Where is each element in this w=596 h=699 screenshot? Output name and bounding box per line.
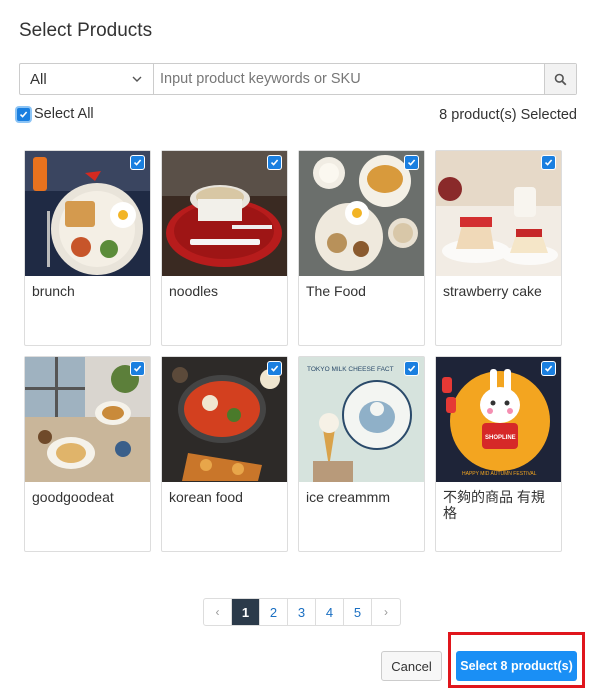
- product-checkbox[interactable]: [542, 362, 555, 375]
- product-image: SHOPLINE HAPPY MID AUTUMN FESTIVAL: [436, 357, 561, 482]
- product-checkbox[interactable]: [268, 156, 281, 169]
- product-name: 不夠的商品 有規格: [443, 489, 545, 521]
- product-card[interactable]: The Food: [298, 150, 425, 346]
- cancel-button[interactable]: Cancel: [381, 651, 442, 681]
- category-select[interactable]: All: [20, 64, 154, 94]
- product-name: noodles: [169, 283, 219, 299]
- product-checkbox[interactable]: [131, 362, 144, 375]
- thumb-brand-text: SHOPLINE: [485, 435, 516, 441]
- page-5-button[interactable]: 5: [344, 599, 372, 625]
- select-products-button[interactable]: Select 8 product(s): [456, 651, 577, 681]
- search-button[interactable]: [544, 64, 576, 94]
- product-name: brunch: [32, 283, 75, 299]
- product-name: ice creammm: [306, 489, 391, 505]
- product-name: korean food: [169, 489, 243, 505]
- product-card[interactable]: noodles: [161, 150, 288, 346]
- pagination: ‹ 1 2 3 4 5 ›: [203, 598, 401, 626]
- page-2-button[interactable]: 2: [260, 599, 288, 625]
- product-image: TOKYO MILK CHEESE FACT: [299, 357, 424, 482]
- product-checkbox[interactable]: [405, 156, 418, 169]
- product-image: [436, 151, 561, 276]
- thumb-sign-text: TOKYO MILK CHEESE FACT: [307, 366, 394, 373]
- product-card[interactable]: strawberry cake: [435, 150, 562, 346]
- product-checkbox[interactable]: [405, 362, 418, 375]
- selected-count: 8 product(s) Selected: [439, 107, 577, 123]
- product-image: [299, 151, 424, 276]
- product-search-input[interactable]: [154, 64, 544, 94]
- product-name: strawberry cake: [443, 283, 542, 299]
- prev-page-button[interactable]: ‹: [204, 599, 232, 625]
- search-icon: [554, 73, 567, 85]
- select-all-toggle[interactable]: Select All: [17, 106, 94, 122]
- product-image: [162, 151, 287, 276]
- product-image: [162, 357, 287, 482]
- product-name: goodgoodeat: [32, 489, 114, 505]
- product-grid: brunch noodles The Food strawberry cake …: [24, 150, 562, 552]
- next-page-button[interactable]: ›: [372, 599, 400, 625]
- page-1-button[interactable]: 1: [232, 599, 260, 625]
- product-card[interactable]: brunch: [24, 150, 151, 346]
- page-3-button[interactable]: 3: [288, 599, 316, 625]
- product-image: [25, 151, 150, 276]
- product-checkbox[interactable]: [542, 156, 555, 169]
- thumb-caption-text: HAPPY MID AUTUMN FESTIVAL: [462, 471, 537, 477]
- product-card[interactable]: goodgoodeat: [24, 356, 151, 552]
- product-card[interactable]: SHOPLINE HAPPY MID AUTUMN FESTIVAL 不夠的商品…: [435, 356, 562, 552]
- product-checkbox[interactable]: [131, 156, 144, 169]
- chevron-down-icon: [132, 76, 142, 82]
- select-all-label: Select All: [34, 106, 94, 122]
- product-name: The Food: [306, 283, 366, 299]
- search-bar: All: [19, 63, 577, 95]
- select-all-checkbox[interactable]: [17, 107, 30, 121]
- page-4-button[interactable]: 4: [316, 599, 344, 625]
- product-image: [25, 357, 150, 482]
- product-checkbox[interactable]: [268, 362, 281, 375]
- category-select-value: All: [30, 70, 47, 88]
- product-card[interactable]: korean food: [161, 356, 288, 552]
- dialog-title: Select Products: [19, 20, 153, 41]
- product-card[interactable]: TOKYO MILK CHEESE FACT ice creammm: [298, 356, 425, 552]
